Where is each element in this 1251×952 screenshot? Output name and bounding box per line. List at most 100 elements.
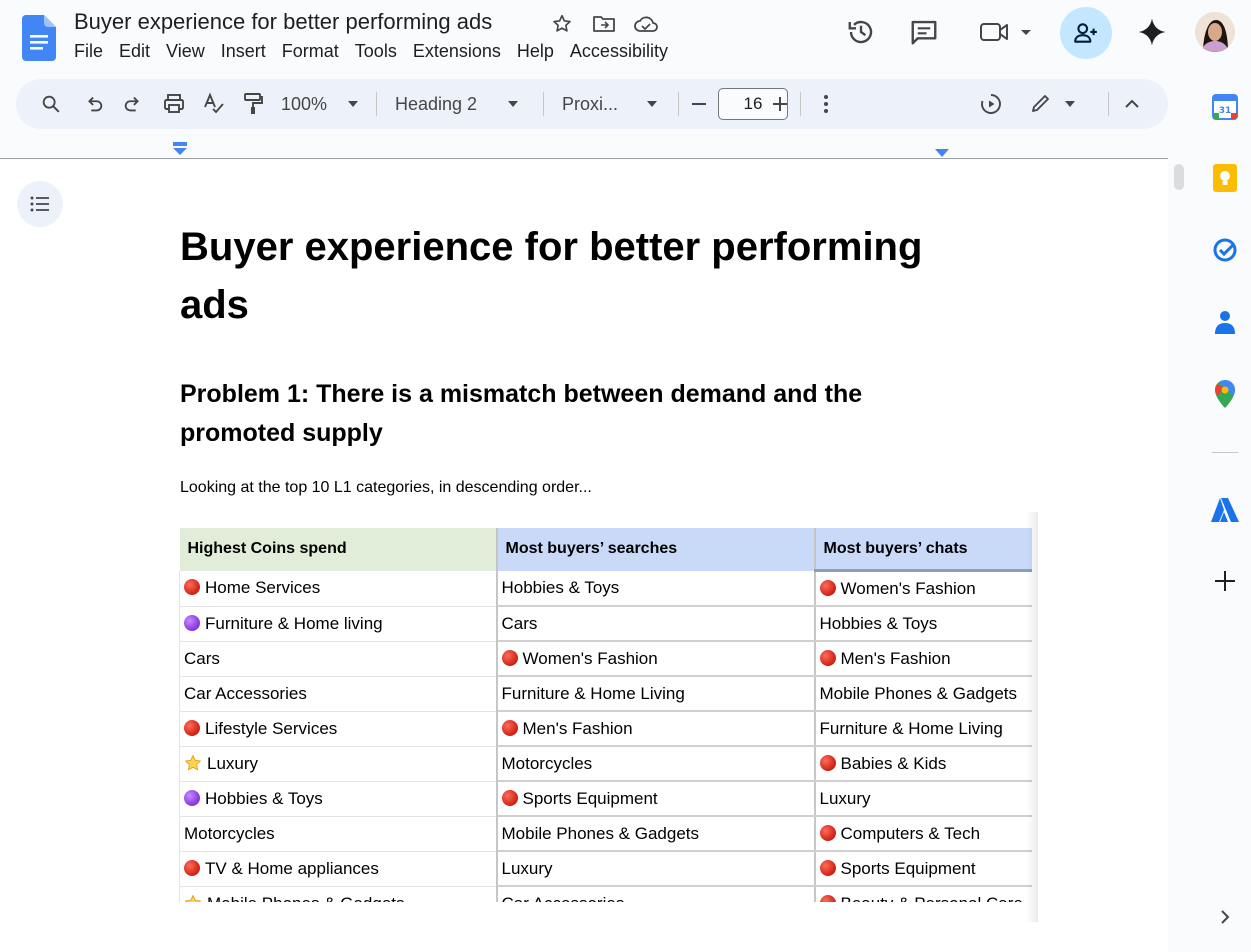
voice-typing-icon[interactable] xyxy=(976,79,1006,129)
move-to-folder-icon[interactable] xyxy=(590,10,618,38)
cell-buyer-chats[interactable]: Mobile Phones & Gadgets xyxy=(814,676,1032,712)
red-circle-icon xyxy=(819,824,836,841)
cell-buyer-searches[interactable]: Women's Fashion xyxy=(496,641,816,677)
cell-buyer-chats[interactable]: Luxury xyxy=(814,781,1032,817)
table-row: Mobile Phones & Gadgets Car Accessories Be… xyxy=(179,886,1032,903)
cell-buyer-chats[interactable]: Sports Equipment xyxy=(814,851,1032,887)
cell-buyer-chats[interactable]: Men's Fashion xyxy=(814,641,1032,677)
header-buyer-chats[interactable]: Most buyers’ chats xyxy=(814,528,1032,572)
toolbar-divider xyxy=(543,92,544,116)
contacts-icon[interactable] xyxy=(1210,307,1240,337)
document-title-heading[interactable]: Buyer experience for better performing a… xyxy=(180,218,980,334)
paint-format-icon[interactable] xyxy=(238,79,268,129)
categories-table[interactable]: Highest Coins spend Most buyers’ searche… xyxy=(179,528,1032,902)
red-circle-icon xyxy=(819,649,836,666)
vertical-scrollbar[interactable] xyxy=(1174,164,1184,190)
cell-buyer-searches[interactable]: Sports Equipment xyxy=(496,781,816,817)
print-icon[interactable] xyxy=(159,79,189,129)
menu-help[interactable]: Help xyxy=(517,41,562,62)
cell-buyer-chats[interactable]: Babies & Kids xyxy=(814,746,1032,782)
adobe-icon[interactable] xyxy=(1210,495,1240,525)
problem-heading[interactable]: Problem 1: There is a mismatch between d… xyxy=(180,375,940,453)
intro-paragraph[interactable]: Looking at the top 10 L1 categories, in … xyxy=(180,479,592,497)
header-buyer-searches[interactable]: Most buyers’ searches xyxy=(496,528,816,571)
purple-circle-icon xyxy=(184,614,200,631)
cell-coins-spend[interactable]: Hobbies & Toys xyxy=(179,781,498,817)
header-coins-spend[interactable]: Highest Coins spend xyxy=(179,528,498,571)
table-row: Home Services Hobbies & Toys Women's Fashi… xyxy=(179,570,1032,607)
cell-buyer-searches[interactable]: Luxury xyxy=(496,851,816,887)
menu-file[interactable]: File xyxy=(74,41,111,62)
add-icon[interactable] xyxy=(1210,566,1240,596)
menu-format[interactable]: Format xyxy=(282,41,347,62)
left-indent-marker-icon[interactable] xyxy=(172,142,188,156)
menu-tools[interactable]: Tools xyxy=(355,41,405,62)
comments-icon[interactable] xyxy=(906,14,942,50)
share-icon[interactable] xyxy=(1060,7,1112,59)
cell-coins-spend[interactable]: Home Services xyxy=(179,570,498,607)
cell-buyer-searches[interactable]: Motorcycles xyxy=(496,746,816,782)
cell-text: Luxury xyxy=(819,788,871,808)
calendar-icon[interactable]: 31 xyxy=(1210,92,1240,122)
keep-icon[interactable] xyxy=(1210,163,1240,193)
search-menus-icon[interactable] xyxy=(36,79,66,129)
cell-buyer-searches[interactable]: Cars xyxy=(496,606,816,642)
menu-insert[interactable]: Insert xyxy=(221,41,274,62)
cell-text: Mobile Phones & Gadgets xyxy=(207,894,405,903)
cell-text: Hobbies & Toys xyxy=(205,788,323,808)
undo-icon[interactable] xyxy=(79,79,109,129)
right-indent-marker-icon[interactable] xyxy=(934,148,950,158)
font-select[interactable]: Proxi... xyxy=(562,79,662,129)
meet-icon[interactable] xyxy=(975,14,1037,50)
cell-buyer-searches[interactable]: Car Accessories xyxy=(496,886,816,902)
menu-accessibility[interactable]: Accessibility xyxy=(570,41,676,62)
cell-buyer-chats[interactable]: Women's Fashion xyxy=(814,570,1032,607)
more-options-icon[interactable] xyxy=(814,79,838,129)
table-overflow-shadow xyxy=(1026,512,1038,922)
menu-extensions[interactable]: Extensions xyxy=(413,41,509,62)
paragraph-style-select[interactable]: Heading 2 xyxy=(395,79,527,129)
cell-text: Luxury xyxy=(207,753,259,773)
docs-logo-icon[interactable] xyxy=(22,15,56,61)
expand-panel-icon[interactable] xyxy=(1210,902,1240,932)
cell-buyer-chats[interactable]: Hobbies & Toys xyxy=(814,606,1032,642)
cell-coins-spend[interactable]: TV & Home appliances xyxy=(179,851,498,887)
cell-coins-spend[interactable]: Cars xyxy=(179,641,498,677)
decrease-font-size-icon[interactable] xyxy=(686,79,712,129)
redo-icon[interactable] xyxy=(118,79,148,129)
version-history-icon[interactable] xyxy=(843,14,879,50)
cell-text: Hobbies & Toys xyxy=(501,577,620,597)
table-row: Lifestyle Services Men's Fashion Furniture… xyxy=(179,711,1032,747)
avatar[interactable] xyxy=(1195,12,1235,52)
cell-buyer-chats[interactable]: Computers & Tech xyxy=(814,816,1032,852)
document-title-field[interactable]: Buyer experience for better performing a… xyxy=(74,9,492,35)
ruler[interactable] xyxy=(0,140,1168,160)
cell-coins-spend[interactable]: Motorcycles xyxy=(179,816,498,852)
zoom-select[interactable]: 100% xyxy=(281,79,366,129)
cell-buyer-searches[interactable]: Mobile Phones & Gadgets xyxy=(496,816,816,852)
cell-coins-spend[interactable]: Lifestyle Services xyxy=(179,711,498,747)
spellcheck-icon[interactable] xyxy=(199,79,229,129)
increase-font-size-icon[interactable] xyxy=(767,79,793,129)
cell-coins-spend[interactable]: Mobile Phones & Gadgets xyxy=(179,886,498,903)
cell-buyer-searches[interactable]: Furniture & Home Living xyxy=(496,676,816,712)
chevron-down-icon xyxy=(348,101,359,107)
gemini-icon[interactable] xyxy=(1134,14,1170,50)
document-outline-icon[interactable] xyxy=(17,181,63,227)
tasks-icon[interactable] xyxy=(1210,235,1240,265)
cloud-saved-icon[interactable] xyxy=(632,10,660,38)
cell-buyer-chats[interactable]: Furniture & Home Living xyxy=(814,711,1032,747)
menu-view[interactable]: View xyxy=(166,41,213,62)
cell-coins-spend[interactable]: Luxury xyxy=(179,746,498,782)
cell-buyer-chats[interactable]: Beauty & Personal Care xyxy=(814,886,1032,902)
cell-coins-spend[interactable]: Car Accessories xyxy=(179,676,498,712)
maps-icon[interactable] xyxy=(1210,379,1240,409)
editing-mode-select[interactable] xyxy=(1029,79,1079,129)
collapse-menus-icon[interactable] xyxy=(1120,79,1144,129)
cell-buyer-searches[interactable]: Men's Fashion xyxy=(496,711,816,747)
cell-coins-spend[interactable]: Furniture & Home living xyxy=(179,606,498,642)
menu-edit[interactable]: Edit xyxy=(119,41,158,62)
cell-buyer-searches[interactable]: Hobbies & Toys xyxy=(496,570,816,607)
star-icon[interactable] xyxy=(548,10,576,38)
cell-text: Women's Fashion xyxy=(840,578,976,598)
